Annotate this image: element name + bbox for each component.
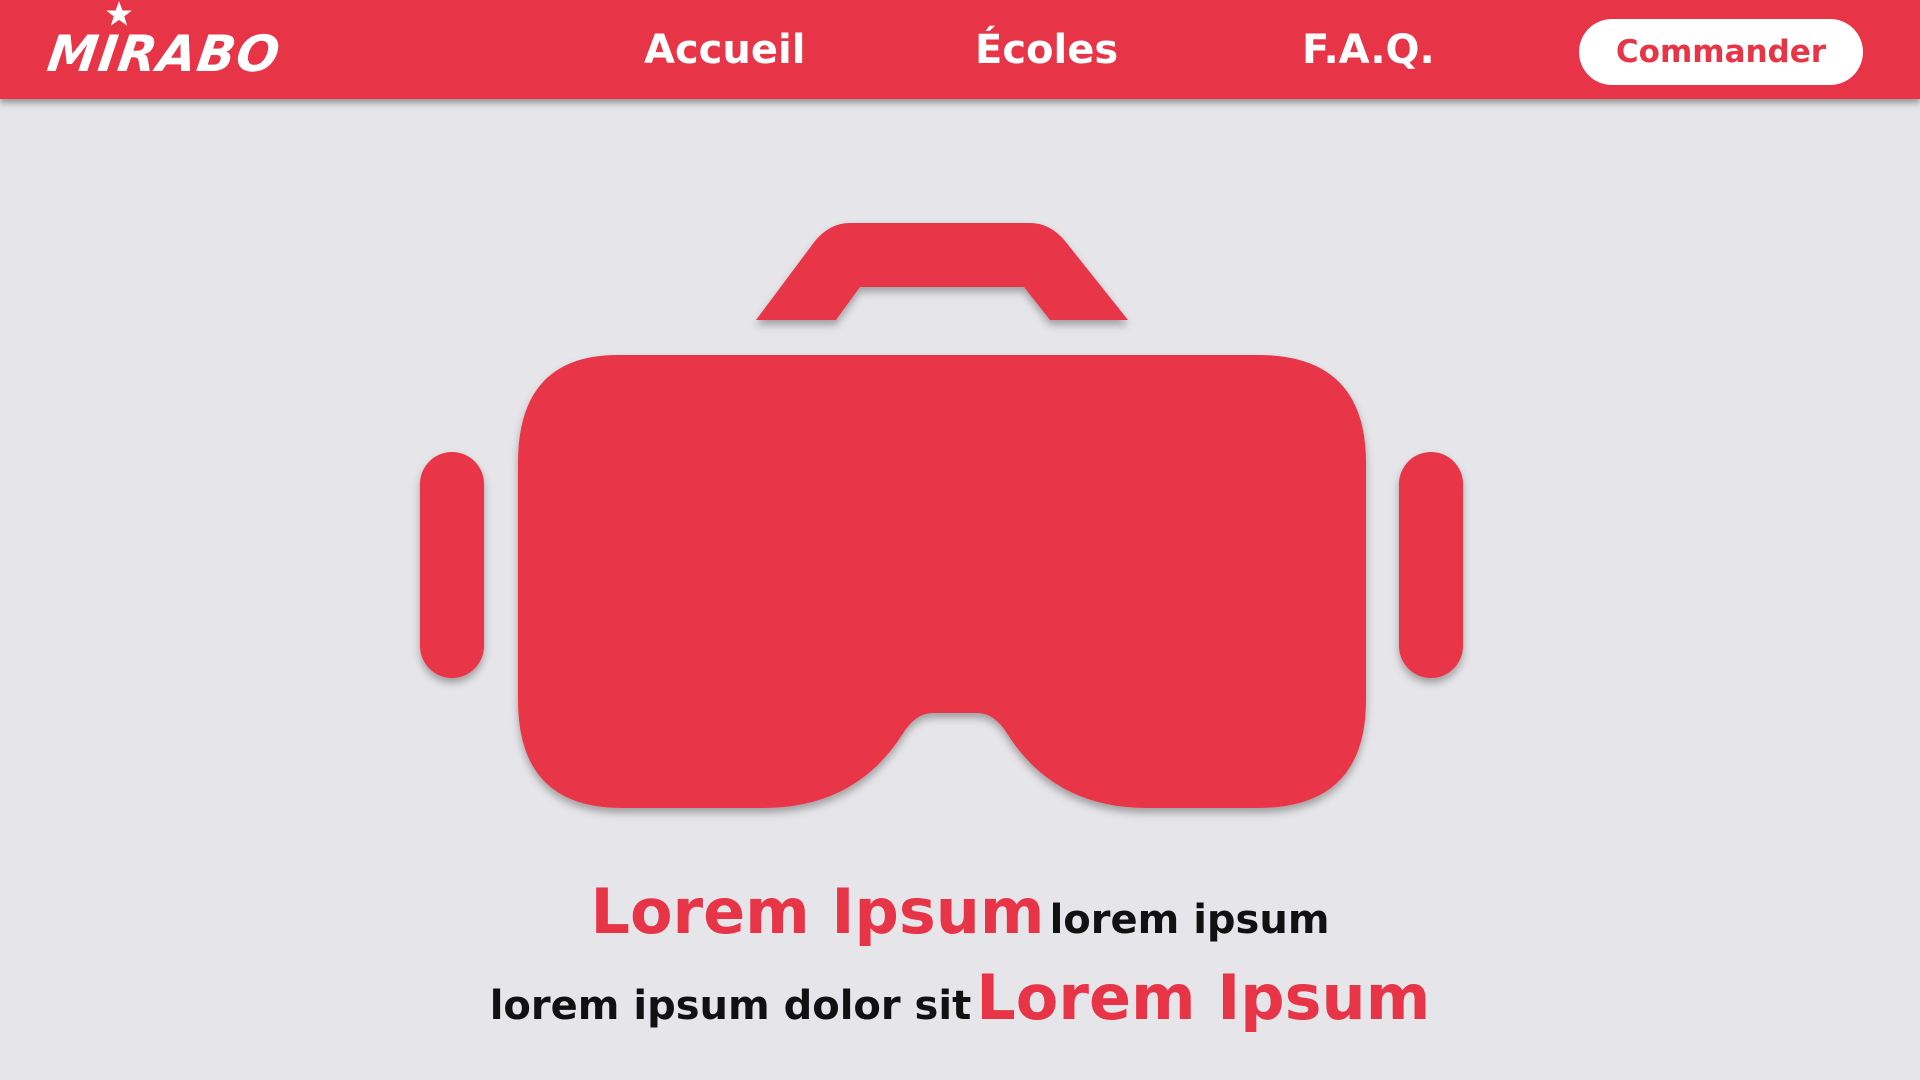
top-navbar: MIRABO Accueil Écoles F.A.Q. Commander — [0, 0, 1920, 99]
hero-caption-line-1: Lorem Ipsum lorem ipsum — [0, 872, 1920, 960]
hero-text-1: lorem ipsum — [1049, 897, 1330, 943]
brand-logo[interactable]: MIRABO — [44, 1, 284, 83]
headset-body — [518, 355, 1366, 808]
nav-link-ecoles[interactable]: Écoles — [975, 22, 1118, 78]
nav-link-accueil[interactable]: Accueil — [644, 22, 805, 78]
brand-name: MIRABO — [43, 25, 285, 83]
hero-caption-line-2: lorem ipsum dolor sit Lorem Ipsum — [0, 958, 1920, 1046]
hero-highlight-1: Lorem Ipsum — [590, 875, 1045, 948]
headset-strap — [756, 223, 1128, 320]
hero-highlight-2: Lorem Ipsum — [976, 961, 1431, 1034]
order-button[interactable]: Commander — [1579, 19, 1863, 85]
hero-text-2: lorem ipsum dolor sit — [489, 983, 972, 1029]
nav-link-faq[interactable]: F.A.Q. — [1302, 22, 1435, 78]
left-ear-pad — [420, 452, 484, 678]
right-ear-pad — [1399, 452, 1463, 678]
